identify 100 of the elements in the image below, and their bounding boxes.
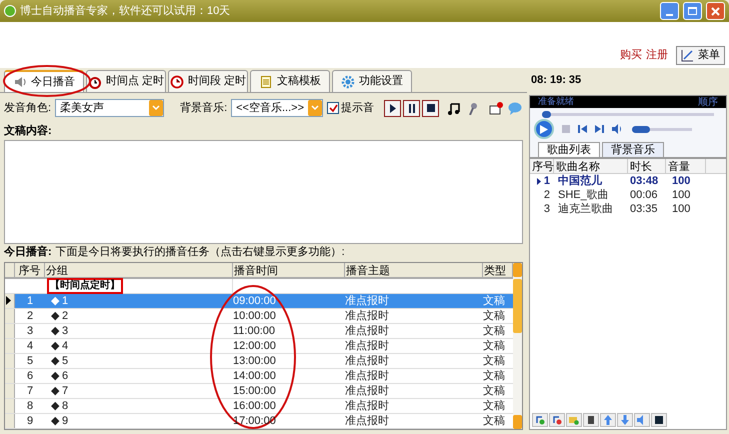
column-header[interactable]: 音量 bbox=[666, 159, 706, 173]
tab[interactable]: 背景音乐 bbox=[602, 142, 664, 157]
remove-song-icon[interactable] bbox=[549, 413, 565, 427]
section-label: 文稿内容: bbox=[3, 124, 53, 139]
play-button[interactable] bbox=[384, 100, 401, 116]
table-row[interactable]: 4 ◆ 4 12:00:00 准点报时 文稿 bbox=[5, 338, 513, 354]
table-cell: 2 bbox=[544, 188, 550, 202]
table-cell-text: 100 bbox=[671, 174, 692, 188]
table-row[interactable]: 3 ◆ 3 11:00:00 准点报时 文稿 bbox=[5, 324, 513, 338]
song-row[interactable]: 2 SHE_歌曲 00:06 100 bbox=[530, 188, 726, 202]
column-header[interactable]: 分组 bbox=[45, 262, 233, 276]
minimize-button[interactable] bbox=[660, 2, 679, 20]
table-cell-text: 8 bbox=[26, 398, 34, 412]
table-cell-text: ◆ 2 bbox=[50, 308, 70, 322]
table-cell-text: 12:00:00 bbox=[233, 338, 277, 352]
table-cell-text: 准点报时 bbox=[345, 294, 390, 308]
header-link[interactable]: 注册 bbox=[646, 46, 668, 63]
table-cell-text: ◆ 6 bbox=[50, 368, 70, 382]
player-status: 准备就绪 bbox=[538, 95, 574, 108]
pause-button[interactable] bbox=[403, 100, 420, 116]
speaker-icon bbox=[13, 75, 27, 89]
field-label: 发音角色: bbox=[4, 100, 52, 116]
table-cell: 1 bbox=[544, 174, 550, 188]
play-icon bbox=[388, 104, 396, 112]
previous-icon[interactable] bbox=[578, 125, 587, 133]
table-cell-text: 7 bbox=[26, 384, 34, 398]
table-row[interactable]: 5 ◆ 5 13:00:00 准点报时 文稿 bbox=[5, 354, 513, 368]
volume-slider[interactable] bbox=[632, 128, 692, 130]
column-header[interactable]: 序号 bbox=[530, 159, 554, 173]
table-cell-text: ◆ 9 bbox=[50, 414, 70, 428]
menu-button[interactable]: 菜单 bbox=[676, 46, 725, 65]
scrollbar[interactable] bbox=[513, 262, 522, 429]
table-cell-text: 文稿 bbox=[483, 368, 506, 382]
gear-icon bbox=[341, 74, 355, 88]
song-row[interactable]: 3 迪克兰歌曲 03:35 100 bbox=[530, 202, 726, 216]
play-mode[interactable]: 顺序 bbox=[698, 94, 718, 110]
table-cell-text: 09:00:00 bbox=[233, 294, 277, 308]
close-icon bbox=[711, 6, 720, 16]
document-add-icon[interactable] bbox=[487, 100, 504, 116]
table-cell-text: 9 bbox=[26, 414, 34, 428]
table-cell-text: 准点报时 bbox=[345, 384, 390, 398]
table-cell-text: ◆ 4 bbox=[50, 338, 70, 352]
table-cell-text: 03:35 bbox=[629, 202, 659, 216]
move-down-icon[interactable] bbox=[617, 413, 633, 427]
table-cell-text: 6 bbox=[26, 368, 34, 382]
clock-icon bbox=[170, 74, 184, 88]
tab[interactable]: 歌曲列表 bbox=[538, 142, 600, 157]
column-header[interactable]: 时长 bbox=[628, 159, 666, 173]
table-row[interactable]: 8 ◆ 8 16:00:00 准点报时 文稿 bbox=[5, 398, 513, 414]
table-cell-text: 3 bbox=[26, 324, 34, 338]
table-cell-text: 准点报时 bbox=[345, 338, 390, 352]
tab[interactable]: 今日播音 bbox=[4, 70, 84, 92]
section-description: 下面是今日将要执行的播音任务（点击右键显示更多功能）: bbox=[56, 244, 345, 260]
table-cell-text: 100 bbox=[671, 202, 692, 216]
volume-icon[interactable] bbox=[612, 124, 624, 134]
table-cell-text: 4 bbox=[26, 338, 34, 352]
tab[interactable]: 文稿模板 bbox=[250, 70, 330, 92]
column-header[interactable]: 播音主题 bbox=[345, 262, 483, 276]
table-cell-text: 03:48 bbox=[629, 174, 660, 188]
table-cell-text: 1 bbox=[26, 294, 34, 308]
section-label: 今日播音: bbox=[4, 244, 52, 260]
voice-dropdown[interactable]: 柔美女声 bbox=[55, 99, 164, 117]
table-cell: 3 bbox=[544, 202, 550, 216]
row-pointer-icon bbox=[5, 296, 11, 305]
table-cell-text: ◆ 5 bbox=[50, 354, 70, 368]
column-header[interactable]: 播音时间 bbox=[233, 262, 345, 276]
maximize-button[interactable] bbox=[683, 2, 702, 20]
table-cell-text: 15:00:00 bbox=[233, 384, 277, 398]
check-icon bbox=[328, 104, 338, 112]
table-row[interactable]: 2 ◆ 2 10:00:00 准点报时 文稿 bbox=[5, 308, 513, 324]
tab[interactable]: 功能设置 bbox=[332, 70, 412, 92]
table-cell-text: 文稿 bbox=[483, 384, 506, 398]
table-cell-text: 准点报时 bbox=[345, 414, 390, 428]
music-dropdown[interactable]: <<空音乐...>> bbox=[231, 99, 323, 117]
tab[interactable]: 时间点 定时 bbox=[86, 70, 166, 92]
column-header[interactable]: 序号 bbox=[15, 262, 45, 276]
table-cell-text: 14:00:00 bbox=[233, 368, 277, 382]
table-cell-text: SHE_歌曲 bbox=[557, 188, 610, 202]
table-cell-text: 11:00:00 bbox=[233, 324, 276, 338]
clock-display: 08: 19: 35 bbox=[531, 73, 582, 88]
table-cell-text: ◆ 1 bbox=[50, 294, 70, 308]
checkbox-label[interactable]: 提示音 bbox=[341, 100, 374, 116]
header-link[interactable]: 购买 bbox=[620, 46, 642, 63]
pause-icon bbox=[408, 104, 416, 112]
progress-slider[interactable] bbox=[542, 113, 714, 116]
table-cell-text: ◆ 3 bbox=[50, 324, 70, 338]
next-icon[interactable] bbox=[595, 125, 604, 133]
add-song-icon[interactable] bbox=[532, 413, 548, 427]
close-button[interactable] bbox=[706, 2, 725, 20]
tab[interactable]: 时间段 定时 bbox=[168, 70, 248, 92]
window-title: 博士自动播音专家，软件还可以试用：10天 bbox=[20, 4, 232, 19]
table-row[interactable]: 7 ◆ 7 15:00:00 准点报时 文稿 bbox=[5, 384, 513, 398]
column-header[interactable]: 歌曲名称 bbox=[554, 159, 628, 173]
checkbox[interactable] bbox=[327, 102, 339, 114]
chart-pen-icon bbox=[681, 49, 694, 62]
song-row[interactable]: 1 中国范儿 03:48 100 bbox=[530, 174, 726, 188]
table-row[interactable]: 6 ◆ 6 14:00:00 准点报时 文稿 bbox=[5, 368, 513, 384]
table-cell-text: 迪克兰歌曲 bbox=[557, 202, 614, 216]
stop-button[interactable] bbox=[422, 100, 439, 116]
table-cell-text: 10:00:00 bbox=[233, 308, 277, 322]
